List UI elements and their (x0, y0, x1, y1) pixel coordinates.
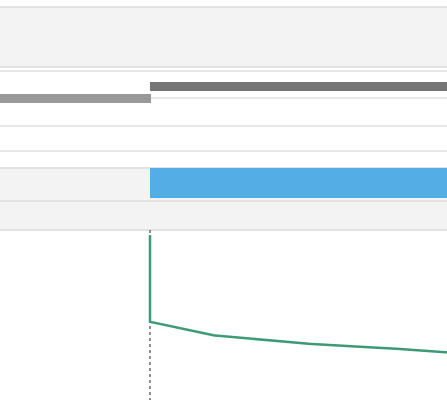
lane-lower (0, 200, 447, 231)
row-divider (0, 150, 447, 152)
track-rows (0, 70, 447, 167)
row-divider (0, 70, 447, 72)
selection-block[interactable] (150, 168, 447, 198)
row-divider (0, 125, 447, 127)
trend-chart (148, 230, 447, 400)
top-track-bar[interactable] (150, 82, 447, 91)
left-track-bar[interactable] (0, 94, 151, 103)
timeline-header-panel (0, 6, 447, 68)
trend-line (148, 235, 447, 354)
